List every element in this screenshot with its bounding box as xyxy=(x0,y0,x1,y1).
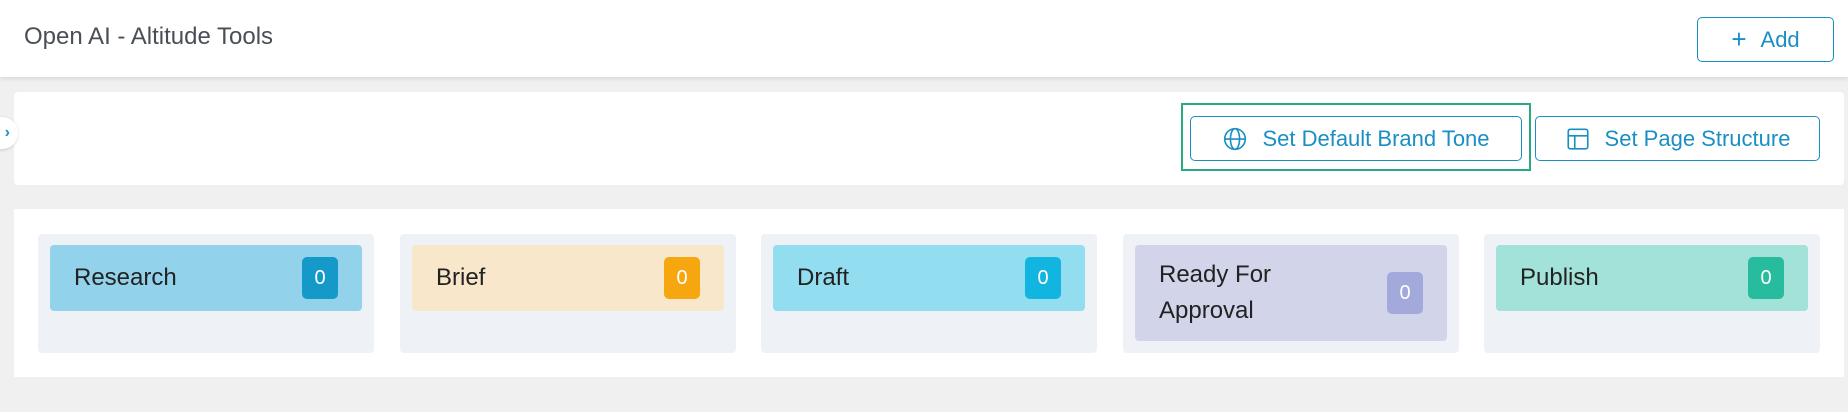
page-title: Open AI - Altitude Tools xyxy=(24,23,274,50)
column-header[interactable]: Ready For Approval 0 xyxy=(1135,245,1447,341)
column-header[interactable]: Publish 0 xyxy=(1496,245,1808,311)
column-publish: Publish 0 xyxy=(1484,234,1820,353)
column-count-badge: 0 xyxy=(664,257,700,299)
column-research: Research 0 xyxy=(38,234,374,353)
set-page-structure-button[interactable]: Set Page Structure xyxy=(1535,116,1820,161)
column-brief: Brief 0 xyxy=(400,234,736,353)
column-count-badge: 0 xyxy=(302,257,338,299)
globe-icon xyxy=(1224,127,1247,150)
column-header[interactable]: Brief 0 xyxy=(412,245,724,311)
column-title: Publish xyxy=(1520,264,1599,291)
column-title: Ready For Approval xyxy=(1159,261,1272,324)
column-count-badge: 0 xyxy=(1025,257,1061,299)
layout-icon xyxy=(1566,127,1589,150)
column-title: Draft xyxy=(797,264,850,291)
column-header[interactable]: Draft 0 xyxy=(773,245,1085,311)
top-header: Open AI - Altitude Tools + Add xyxy=(0,0,1848,77)
column-draft: Draft 0 xyxy=(761,234,1097,353)
add-button-label: Add xyxy=(1760,26,1800,52)
column-title: Research xyxy=(74,264,177,291)
plus-icon: + xyxy=(1731,23,1747,54)
brand-tone-label: Set Default Brand Tone xyxy=(1262,125,1490,151)
set-default-brand-tone-button[interactable]: Set Default Brand Tone xyxy=(1190,116,1522,161)
chevron-right-icon: › xyxy=(4,124,10,141)
column-count-badge: 0 xyxy=(1387,272,1423,314)
column-title: Brief xyxy=(436,264,486,291)
column-ready-for-approval: Ready For Approval 0 xyxy=(1123,234,1459,353)
column-header[interactable]: Research 0 xyxy=(50,245,362,311)
add-button[interactable]: + Add xyxy=(1697,17,1834,62)
page-structure-label: Set Page Structure xyxy=(1604,125,1791,151)
column-count-badge: 0 xyxy=(1748,257,1784,299)
